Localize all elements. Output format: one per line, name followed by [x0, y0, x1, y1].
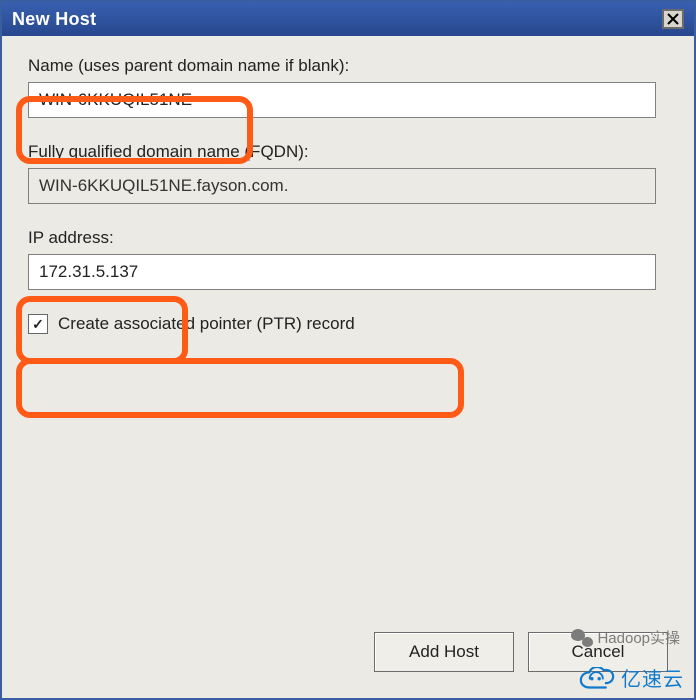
fqdn-label: Fully qualified domain name (FQDN):: [28, 142, 668, 162]
window-title: New Host: [12, 9, 96, 30]
ip-input[interactable]: [28, 254, 656, 290]
ptr-checkbox[interactable]: ✓: [28, 314, 48, 334]
close-button[interactable]: [662, 9, 684, 29]
titlebar: New Host: [2, 2, 694, 36]
dialog-content: Name (uses parent domain name if blank):…: [2, 36, 694, 344]
name-input[interactable]: [28, 82, 656, 118]
ip-label: IP address:: [28, 228, 668, 248]
new-host-dialog: New Host Name (uses parent domain name i…: [0, 0, 696, 700]
ptr-checkbox-row[interactable]: ✓ Create associated pointer (PTR) record: [28, 314, 668, 334]
name-label: Name (uses parent domain name if blank):: [28, 56, 668, 76]
add-host-button[interactable]: Add Host: [374, 632, 514, 672]
fqdn-input: [28, 168, 656, 204]
checkmark-icon: ✓: [32, 316, 44, 333]
close-icon: [667, 13, 679, 25]
highlight-ptr: [16, 358, 464, 418]
ptr-checkbox-label: Create associated pointer (PTR) record: [58, 314, 355, 334]
cancel-button[interactable]: Cancel: [528, 632, 668, 672]
button-row: Add Host Cancel: [374, 632, 668, 672]
